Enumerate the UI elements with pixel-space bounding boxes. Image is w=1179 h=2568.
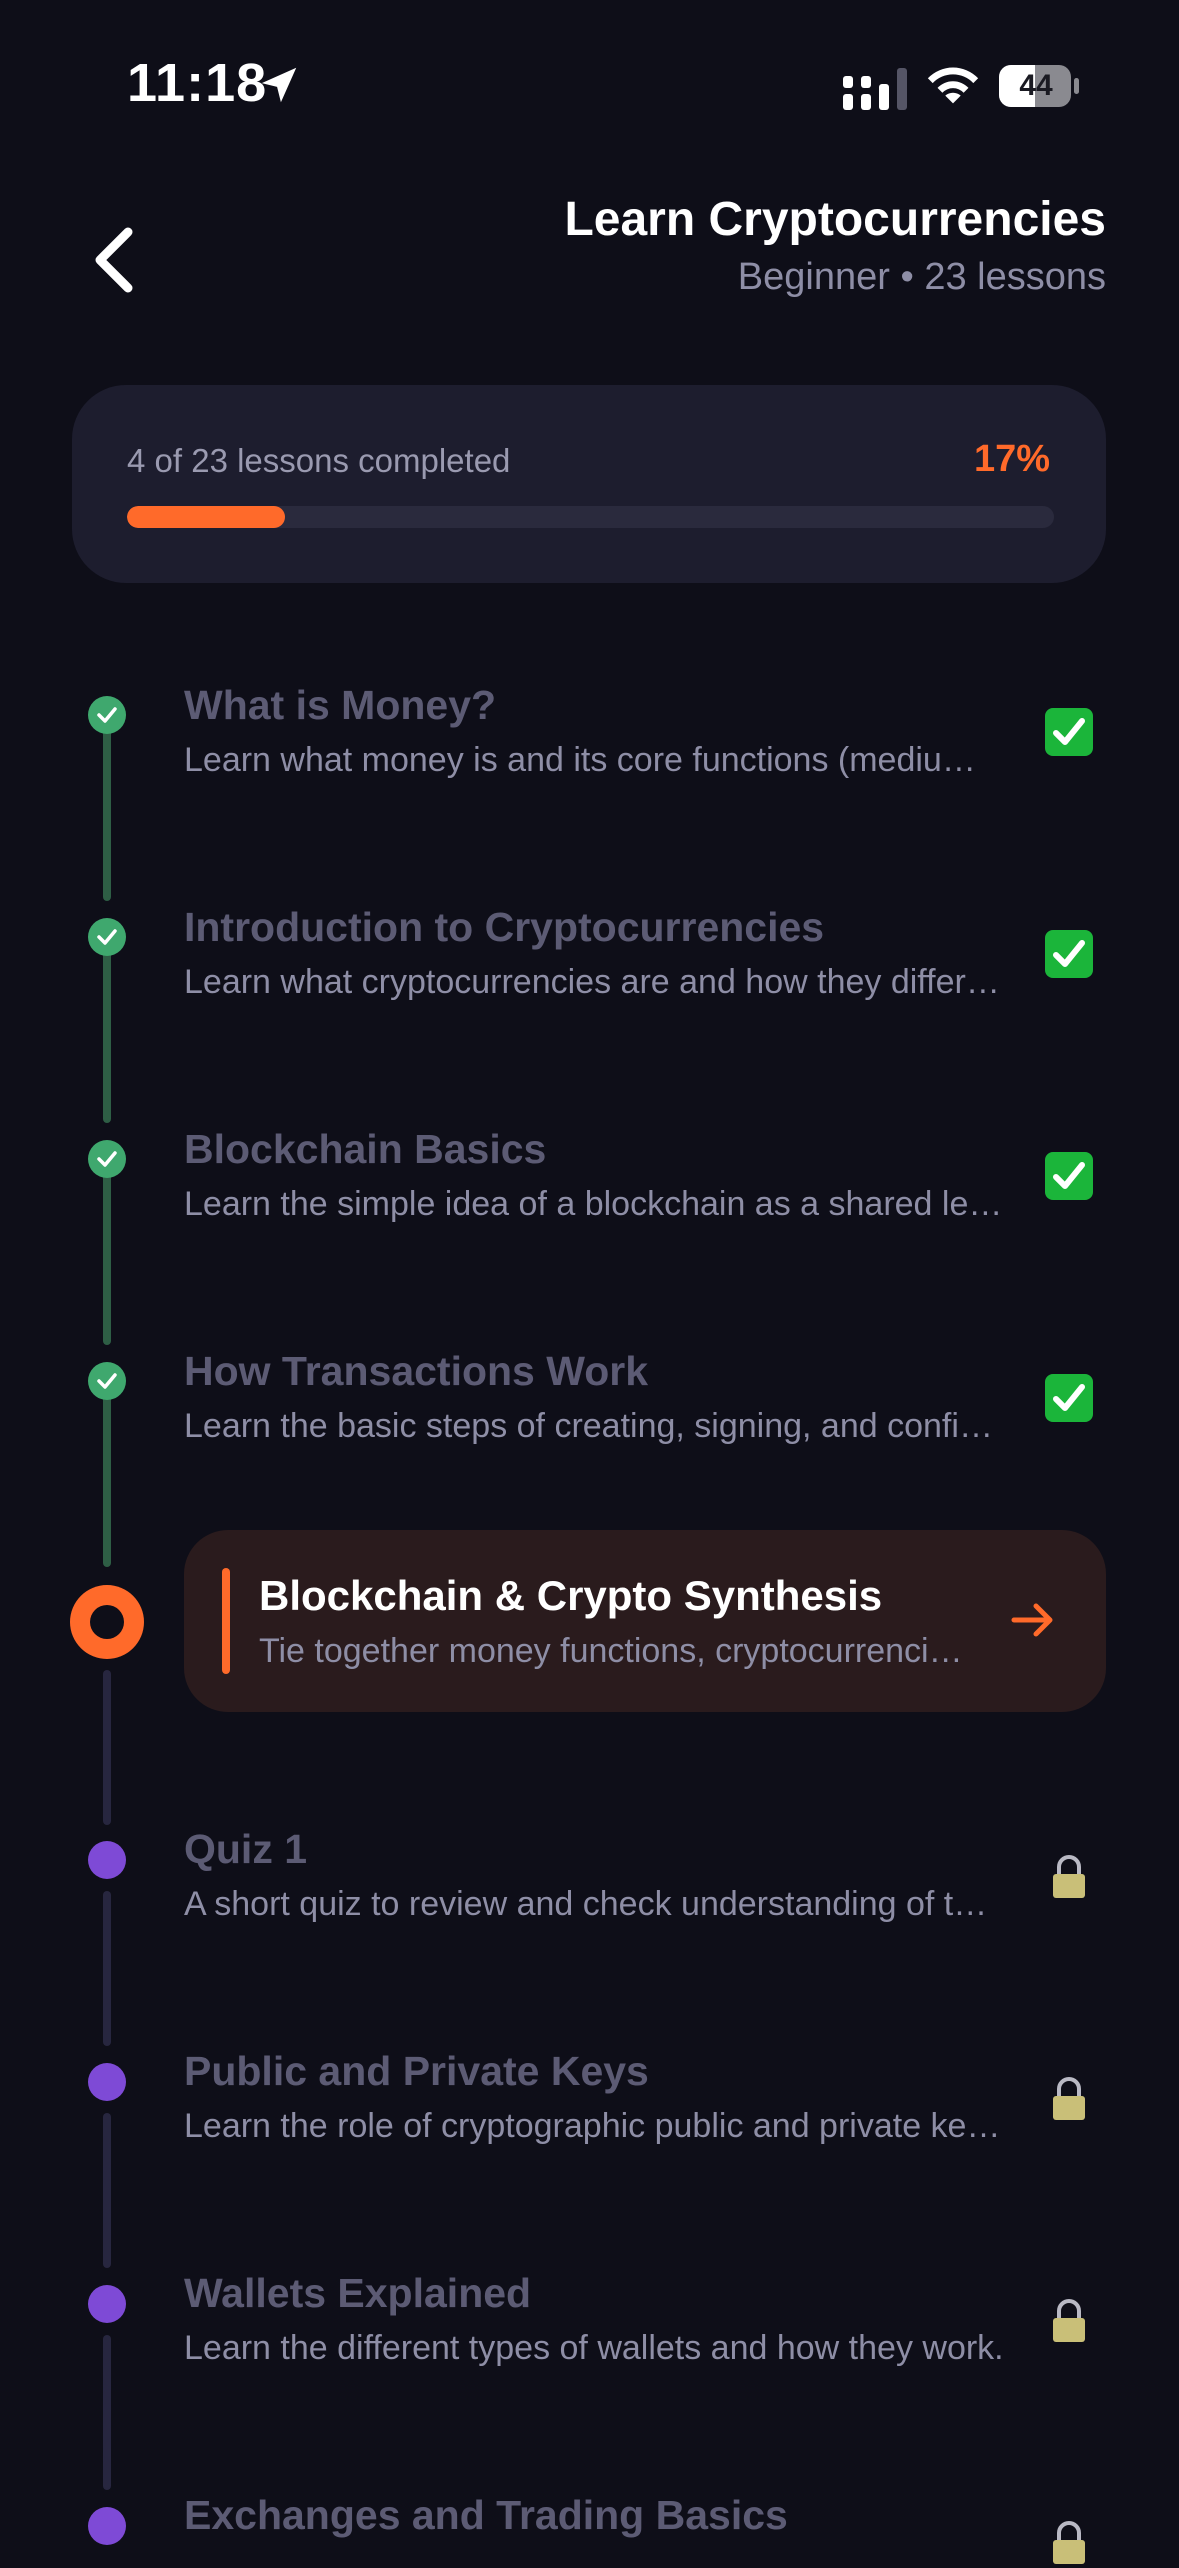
check-mark-button-icon: [1045, 708, 1093, 756]
page-title: Learn Cryptocurrencies: [564, 193, 1106, 246]
progress-label: 4 of 23 lessons completed: [127, 442, 511, 479]
lesson-description: A short quiz to review and check underst…: [184, 1885, 1004, 1923]
check-mark-button-icon: [1045, 1152, 1093, 1200]
lesson-title: How Transactions Work: [184, 1348, 649, 1394]
locked-dot: [88, 2507, 126, 2545]
timeline-connector: [103, 1670, 111, 1825]
lesson-title: Wallets Explained: [184, 2270, 532, 2316]
lock-icon: [1053, 2521, 1085, 2564]
lesson-item[interactable]: Blockchain Basics Learn the simple idea …: [184, 1126, 1024, 1224]
timeline-connector: [103, 1391, 111, 1567]
timeline-connector: [103, 2113, 111, 2268]
arrow-right-icon[interactable]: [1010, 1600, 1056, 1640]
page-subtitle: Beginner • 23 lessons: [737, 256, 1106, 298]
lesson-description: Learn what money is and its core functio…: [184, 741, 1004, 779]
locked-dot: [88, 2285, 126, 2323]
lesson-title: Blockchain Basics: [184, 1126, 547, 1172]
check-mark-button-icon: [1045, 1374, 1093, 1422]
check-icon: [97, 1151, 117, 1167]
locked-dot: [88, 2063, 126, 2101]
lock-icon: [1053, 1855, 1085, 1898]
lesson-description: Learn the role of cryptographic public a…: [184, 2107, 1004, 2145]
lesson-description: Learn the different types of wallets and…: [184, 2329, 1004, 2367]
lesson-title: Blockchain & Crypto Synthesis: [259, 1572, 883, 1619]
battery-level: 44: [1019, 69, 1053, 102]
timeline-connector: [103, 1891, 111, 2046]
lesson-title: What is Money?: [184, 682, 497, 728]
lesson-description: Learn what cryptocurrencies are and how …: [184, 963, 1004, 1001]
lock-icon: [1053, 2077, 1085, 2120]
current-accent-bar: [222, 1568, 230, 1674]
progress-card: 4 of 23 lessons completed 17%: [72, 385, 1106, 583]
lesson-description: Tie together money functions, cryptocurr…: [259, 1632, 971, 1670]
lesson-description: Learn the simple idea of a blockchain as…: [184, 1185, 1004, 1223]
timeline-connector: [103, 725, 111, 901]
completed-dot: [88, 1140, 126, 1178]
completed-dot: [88, 696, 126, 734]
check-icon: [97, 707, 117, 723]
check-icon: [97, 929, 117, 945]
completed-dot: [88, 1362, 126, 1400]
timeline-connector: [103, 1169, 111, 1345]
wifi-icon: [927, 67, 979, 104]
status-bar: 11:18 44: [0, 0, 1179, 170]
check-icon: [97, 1373, 117, 1389]
lesson-item: Wallets Explained Learn the different ty…: [184, 2270, 1024, 2368]
locked-dot: [88, 1841, 126, 1879]
lesson-title: Introduction to Cryptocurrencies: [184, 904, 825, 950]
timeline-connector: [103, 947, 111, 1123]
progress-fill: [127, 506, 285, 528]
progress-track: [127, 506, 1054, 528]
lesson-item: Public and Private Keys Learn the role o…: [184, 2048, 1024, 2146]
lesson-item[interactable]: How Transactions Work Learn the basic st…: [184, 1348, 1024, 1446]
completed-dot: [88, 918, 126, 956]
progress-percent: 17%: [973, 438, 1050, 480]
current-lesson-dot: [70, 1585, 144, 1659]
current-lesson-card[interactable]: Blockchain & Crypto Synthesis Tie togeth…: [184, 1530, 1106, 1712]
lesson-title: Exchanges and Trading Basics: [184, 2492, 788, 2538]
location-arrow-icon: [261, 67, 297, 103]
lesson-item: Exchanges and Trading Basics: [184, 2492, 1024, 2539]
back-button[interactable]: [84, 220, 148, 300]
lesson-title: Quiz 1: [184, 1826, 308, 1872]
lesson-item[interactable]: Introduction to Cryptocurrencies Learn w…: [184, 904, 1024, 1002]
check-mark-button-icon: [1045, 930, 1093, 978]
lesson-description: Learn the basic steps of creating, signi…: [184, 1407, 1004, 1445]
lesson-item[interactable]: What is Money? Learn what money is and i…: [184, 682, 1024, 780]
timeline-connector: [103, 2335, 111, 2490]
cellular-signal-icon: [843, 68, 907, 110]
status-time: 11:18: [127, 53, 268, 113]
lesson-item: Quiz 1 A short quiz to review and check …: [184, 1826, 1024, 1924]
lesson-title: Public and Private Keys: [184, 2048, 649, 2094]
lock-icon: [1053, 2299, 1085, 2342]
